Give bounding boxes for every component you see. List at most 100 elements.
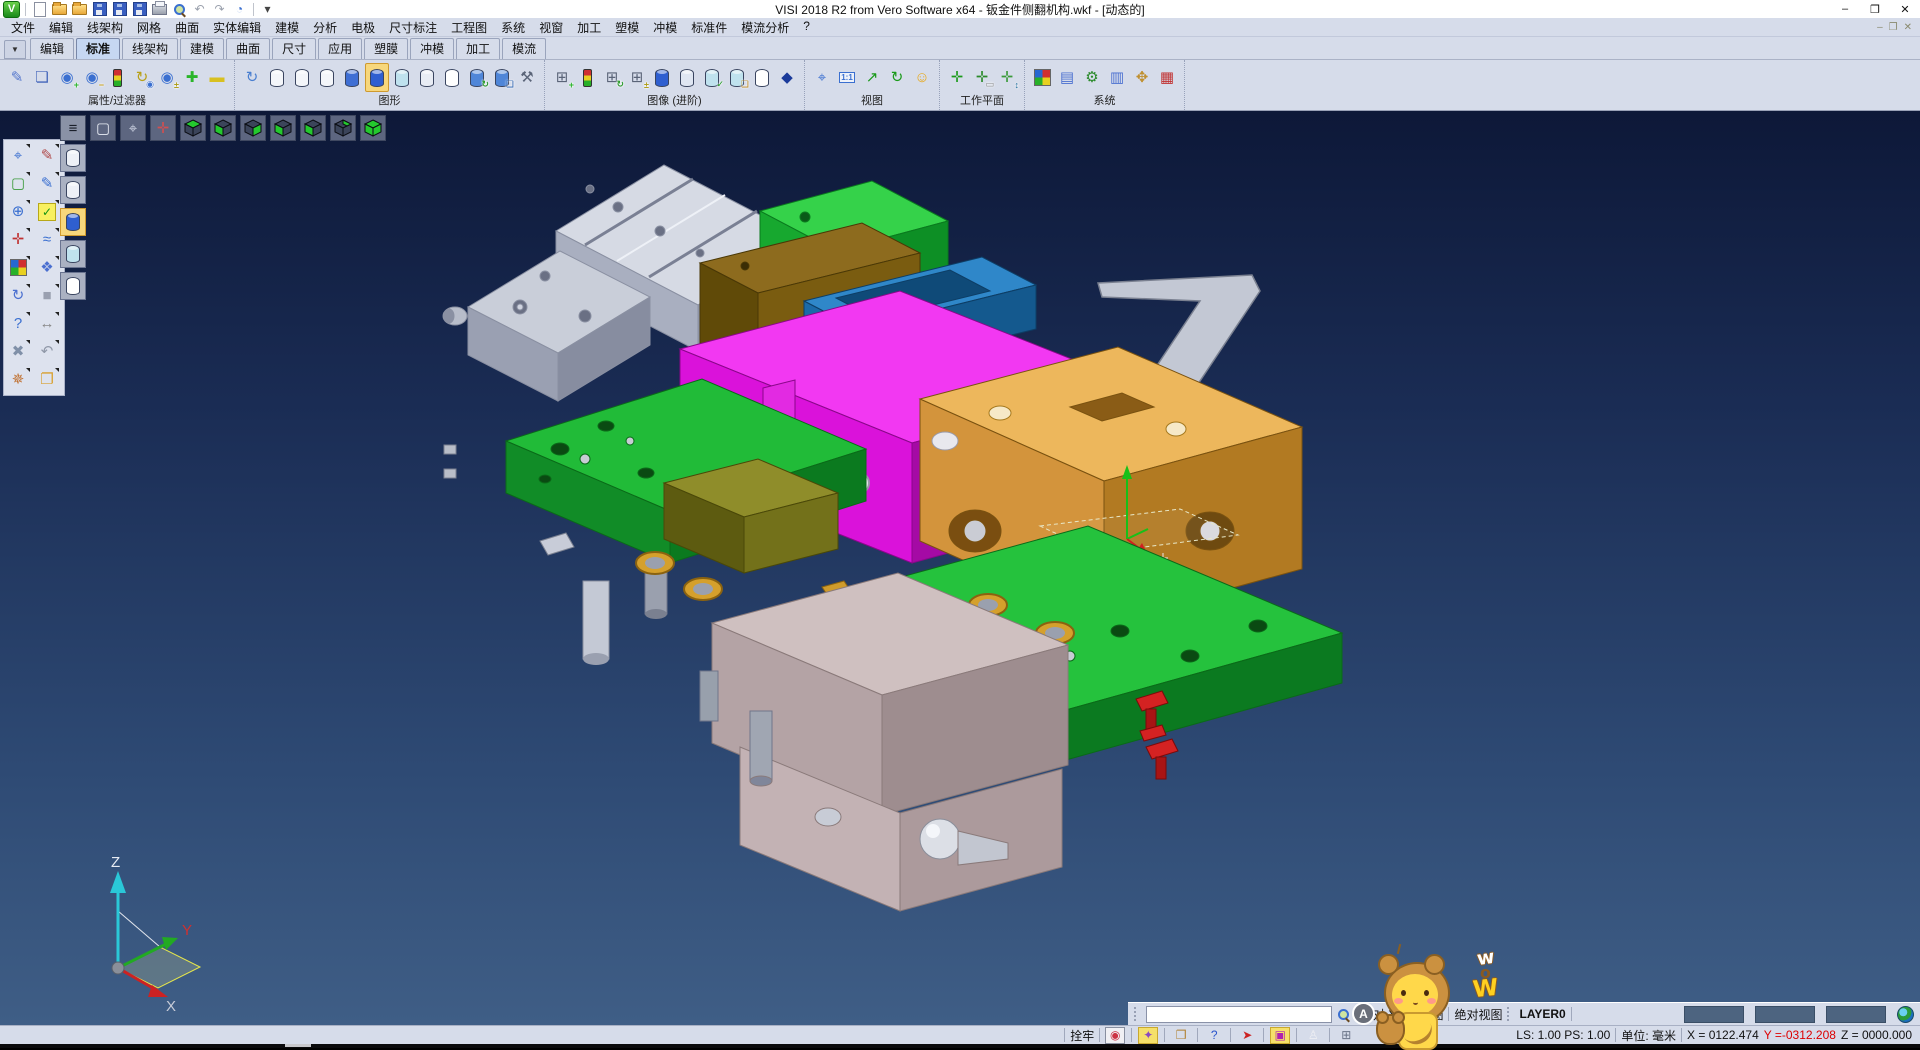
toolbar-tab-8[interactable]: 冲模: [410, 38, 454, 59]
display-mesh[interactable]: [440, 63, 464, 92]
selection-filter[interactable]: ✥: [1130, 63, 1154, 92]
quick-access-dropdown[interactable]: ▾: [259, 2, 276, 17]
refresh-visibility[interactable]: ↻◉: [130, 63, 154, 92]
confirm-check[interactable]: ✓: [35, 199, 59, 224]
context-help[interactable]: ?: [1204, 1027, 1224, 1044]
refresh-graphics[interactable]: ↻: [240, 63, 264, 92]
search-icon[interactable]: [1337, 1008, 1350, 1021]
shade-wireframe[interactable]: [60, 144, 86, 172]
fit-window[interactable]: ▢: [90, 115, 116, 141]
view-front[interactable]: [300, 115, 326, 141]
hide-selected[interactable]: ➤: [1237, 1027, 1257, 1044]
toolbar-grip[interactable]: [1507, 1007, 1514, 1021]
color-palette[interactable]: [1030, 63, 1054, 92]
sketch-curve[interactable]: ✎: [35, 171, 59, 196]
visibility-traffic-light[interactable]: [105, 63, 129, 92]
grid-editor[interactable]: ▦: [1155, 63, 1179, 92]
solid-validate[interactable]: ✓: [700, 63, 724, 92]
solid-cube-view[interactable]: ◆: [775, 63, 799, 92]
shade-shaded[interactable]: [60, 208, 86, 236]
view-observer[interactable]: ☺: [910, 63, 934, 92]
maximize-button[interactable]: ❐: [1860, 0, 1890, 18]
fit-view[interactable]: ▢: [6, 171, 30, 196]
open-recent[interactable]: [71, 2, 88, 17]
toolbar-tab-0[interactable]: 编辑: [30, 38, 74, 59]
display-shaded[interactable]: [340, 63, 364, 92]
view-axis[interactable]: ✛: [150, 115, 176, 141]
edit-attributes[interactable]: ✎: [5, 63, 29, 92]
edit-wireframe[interactable]: ✎: [35, 143, 59, 168]
display-shaded-edges[interactable]: [365, 63, 389, 92]
toolbar-tab-9[interactable]: 加工: [456, 38, 500, 59]
mdi-minimize-button[interactable]: –: [1877, 22, 1883, 33]
workplane-create[interactable]: ✛: [945, 63, 969, 92]
stamp-tool[interactable]: ❒: [1171, 1027, 1191, 1044]
toolbar-tab-10[interactable]: 模流: [502, 38, 546, 59]
search-input[interactable]: [1146, 1006, 1332, 1023]
menu-item-12[interactable]: 视窗: [532, 19, 570, 36]
taskbar-item[interactable]: [285, 1044, 311, 1047]
menu-item-11[interactable]: 系统: [494, 19, 532, 36]
display-settings[interactable]: ⚒: [515, 63, 539, 92]
display-regen[interactable]: ↻: [465, 63, 489, 92]
mdi-close-button[interactable]: ✕: [1904, 22, 1912, 33]
active-layer[interactable]: LAYER0: [1519, 1007, 1565, 1021]
system-options[interactable]: ⚙: [1080, 63, 1104, 92]
display-copy-view[interactable]: ❏: [490, 63, 514, 92]
entities-show[interactable]: ⊞+: [550, 63, 574, 92]
workplane-align[interactable]: ✛▭: [970, 63, 994, 92]
menu-item-6[interactable]: 建模: [268, 19, 306, 36]
menu-item-3[interactable]: 网格: [130, 19, 168, 36]
entities-refresh[interactable]: ⊞↻: [600, 63, 624, 92]
table-config[interactable]: ▥: [1105, 63, 1129, 92]
help[interactable]: ?: [6, 311, 30, 336]
view-isometric[interactable]: [360, 115, 386, 141]
cube-display[interactable]: ▣: [1270, 1027, 1290, 1044]
units-readout[interactable]: 单位: 毫米: [1621, 1027, 1676, 1044]
shaded-cube[interactable]: ■: [35, 283, 59, 308]
solid-wireframe[interactable]: [750, 63, 774, 92]
toolbar-tab-4[interactable]: 曲面: [226, 38, 270, 59]
menu-item-10[interactable]: 工程图: [444, 19, 494, 36]
view-mode[interactable]: 绝对视图: [1454, 1006, 1502, 1023]
open-file[interactable]: [51, 2, 68, 17]
part-lower-die-block[interactable]: [700, 573, 1068, 911]
measure-distance[interactable]: ↔: [35, 311, 59, 336]
visi-logo[interactable]: V: [3, 2, 20, 17]
dynamic-rotate[interactable]: ↻: [885, 63, 909, 92]
menu-item-8[interactable]: 电极: [344, 19, 382, 36]
menu-item-2[interactable]: 线架构: [80, 19, 130, 36]
save[interactable]: [91, 2, 108, 17]
solid-striped[interactable]: [675, 63, 699, 92]
window-grid[interactable]: ⊞: [1336, 1027, 1356, 1044]
menu-item-4[interactable]: 曲面: [168, 19, 206, 36]
menu-item-16[interactable]: 标准件: [684, 19, 734, 36]
undo-view[interactable]: ↶: [35, 339, 59, 364]
menu-item-0[interactable]: 文件: [4, 19, 42, 36]
pin-label[interactable]: 拴牢: [1070, 1027, 1094, 1044]
copy-attributes[interactable]: ❏: [30, 63, 54, 92]
open-image[interactable]: ❐: [35, 367, 59, 392]
menu-item-15[interactable]: 冲模: [646, 19, 684, 36]
new-file[interactable]: [31, 2, 48, 17]
viewport-menu[interactable]: ≡: [60, 115, 86, 141]
mdi-restore-button[interactable]: ❐: [1889, 22, 1898, 33]
view-bottom[interactable]: [210, 115, 236, 141]
display-flat[interactable]: [415, 63, 439, 92]
menu-item-7[interactable]: 分析: [306, 19, 344, 36]
zoom-view[interactable]: ⌖: [6, 143, 30, 168]
redo[interactable]: ↷: [211, 2, 228, 17]
print[interactable]: [151, 2, 168, 17]
save-as[interactable]: [111, 2, 128, 17]
display-wireframe[interactable]: [265, 63, 289, 92]
shade-hidden-line[interactable]: [60, 176, 86, 204]
view-top[interactable]: [180, 115, 206, 141]
zoom-dynamic[interactable]: ⊕: [6, 199, 30, 224]
freehand-curve[interactable]: ≈: [35, 227, 59, 252]
viewport[interactable]: Z Y X ⌖✎▢✎⊕✓✛≈❖↻■?↔✖↶✵❐ ≡▢⌖✛ 绝对 XY 上视图 绝…: [0, 111, 1920, 1025]
menu-item-14[interactable]: 塑模: [608, 19, 646, 36]
regen-view[interactable]: ↻: [6, 283, 30, 308]
menu-item-1[interactable]: 编辑: [42, 19, 80, 36]
minimize-button[interactable]: –: [1830, 0, 1860, 18]
show-hide-toggle[interactable]: ◉±: [155, 63, 179, 92]
